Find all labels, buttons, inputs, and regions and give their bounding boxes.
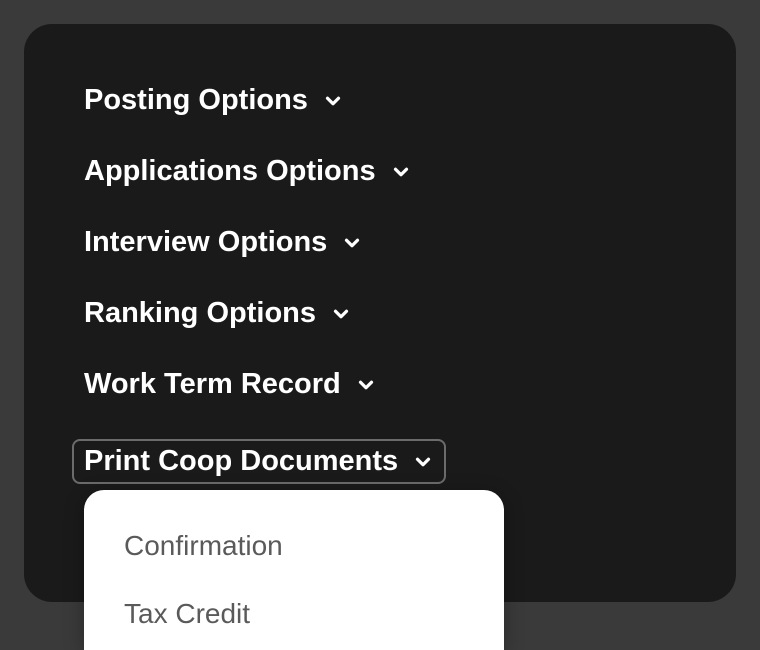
options-panel: Posting Options Applications Options Int… — [24, 24, 736, 602]
dropdown-item-confirmation[interactable]: Confirmation — [124, 530, 464, 562]
work-term-record-menu[interactable]: Work Term Record — [84, 368, 377, 401]
menu-label: Applications Options — [84, 155, 376, 188]
chevron-down-icon — [390, 161, 412, 183]
ranking-options-menu[interactable]: Ranking Options — [84, 297, 352, 330]
print-coop-documents-menu[interactable]: Print Coop Documents — [72, 439, 446, 484]
chevron-down-icon — [412, 451, 434, 473]
menu-label: Interview Options — [84, 226, 327, 259]
posting-options-menu[interactable]: Posting Options — [84, 84, 344, 117]
chevron-down-icon — [355, 374, 377, 396]
menu-label: Posting Options — [84, 84, 308, 117]
menu-label: Print Coop Documents — [84, 445, 398, 478]
chevron-down-icon — [330, 303, 352, 325]
menu-label: Work Term Record — [84, 368, 341, 401]
print-coop-documents-dropdown: Confirmation Tax Credit — [84, 490, 504, 650]
dropdown-item-tax-credit[interactable]: Tax Credit — [124, 598, 464, 630]
chevron-down-icon — [322, 90, 344, 112]
applications-options-menu[interactable]: Applications Options — [84, 155, 412, 188]
interview-options-menu[interactable]: Interview Options — [84, 226, 363, 259]
chevron-down-icon — [341, 232, 363, 254]
menu-label: Ranking Options — [84, 297, 316, 330]
